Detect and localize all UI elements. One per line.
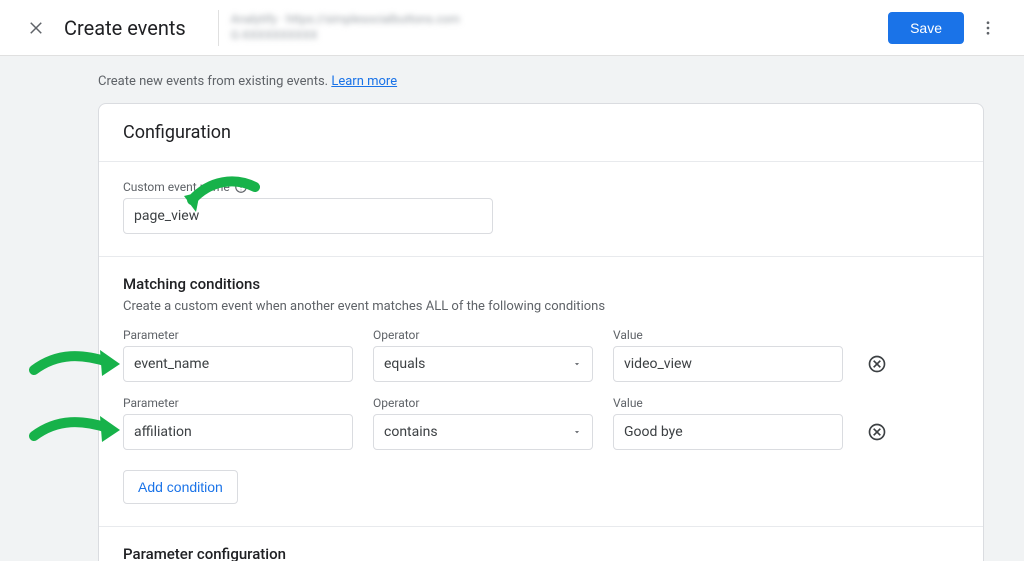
param-input[interactable]: [123, 414, 353, 450]
matching-title: Matching conditions: [123, 275, 959, 293]
param-input[interactable]: [123, 346, 353, 382]
param-label: Parameter: [123, 396, 353, 410]
custom-event-name-label-text: Custom event name: [123, 180, 230, 194]
subtitle-text: Create new events from existing events.: [98, 74, 331, 89]
operator-label: Operator: [373, 396, 593, 410]
value-input[interactable]: [613, 346, 843, 382]
property-block: Analytify · https://simplesocialbuttons.…: [231, 12, 460, 43]
help-icon[interactable]: [234, 180, 248, 194]
more-menu-button[interactable]: [968, 8, 1008, 48]
learn-more-link[interactable]: Learn more: [331, 74, 397, 89]
condition-row: Parameter Operator equals Value: [123, 328, 959, 382]
config-header: Configuration: [123, 122, 959, 143]
matching-desc: Create a custom event when another event…: [123, 299, 959, 314]
value-label: Value: [613, 328, 843, 342]
value-label: Value: [613, 396, 843, 410]
param-label: Parameter: [123, 328, 353, 342]
section-divider: [99, 256, 983, 257]
more-vert-icon: [979, 19, 997, 37]
delete-condition-button[interactable]: [863, 418, 891, 446]
config-card: Configuration Custom event name Matching…: [98, 103, 984, 561]
card-body: Custom event name Matching conditions Cr…: [99, 162, 983, 561]
custom-event-name-input[interactable]: [123, 198, 493, 234]
chevron-down-icon: [572, 359, 582, 369]
page-title: Create events: [64, 16, 186, 40]
condition-row: Parameter Operator contains Value: [123, 396, 959, 450]
delete-icon: [867, 354, 887, 374]
close-button[interactable]: [16, 8, 56, 48]
operator-value: contains: [384, 424, 438, 440]
operator-select[interactable]: contains: [373, 414, 593, 450]
delete-condition-button[interactable]: [863, 350, 891, 378]
chevron-down-icon: [572, 427, 582, 437]
vertical-divider: [218, 10, 219, 46]
param-config-title: Parameter configuration: [123, 545, 959, 561]
close-icon: [27, 19, 45, 37]
content-area: Create new events from existing events. …: [0, 56, 1024, 561]
subtitle-row: Create new events from existing events. …: [0, 56, 1024, 103]
property-name: Analytify · https://simplesocialbuttons.…: [231, 12, 460, 28]
save-button[interactable]: Save: [888, 12, 964, 44]
operator-select[interactable]: equals: [373, 346, 593, 382]
add-condition-button[interactable]: Add condition: [123, 470, 238, 504]
app-bar: Create events Analytify · https://simple…: [0, 0, 1024, 56]
section-divider: [99, 526, 983, 527]
card-header: Configuration: [99, 104, 983, 162]
delete-icon: [867, 422, 887, 442]
value-input[interactable]: [613, 414, 843, 450]
custom-event-name-label: Custom event name: [123, 180, 959, 194]
property-id: G-XXXXXXXXXX: [231, 28, 460, 44]
operator-label: Operator: [373, 328, 593, 342]
operator-value: equals: [384, 356, 425, 372]
